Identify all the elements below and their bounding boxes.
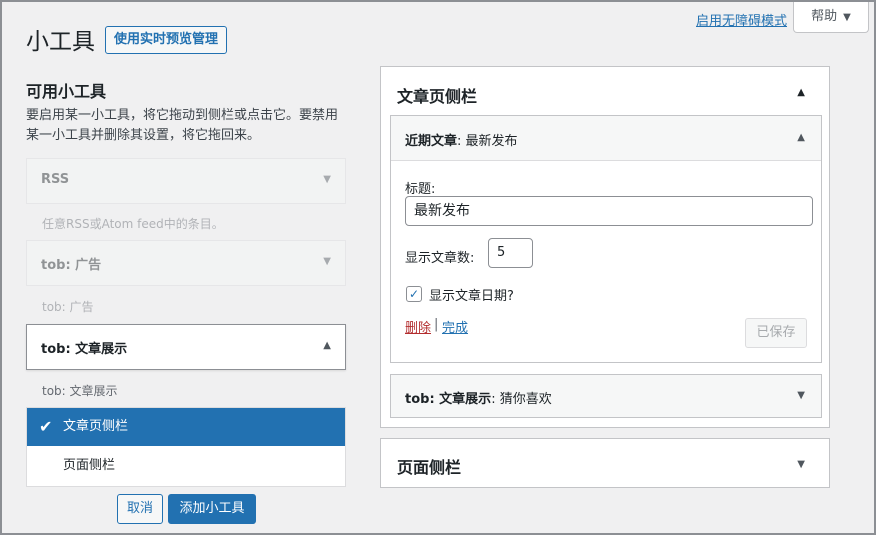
caret-up-icon: ▲	[797, 132, 805, 143]
chooser-option-label: 文章页侧栏	[63, 419, 129, 434]
title-input[interactable]: 最新发布	[405, 196, 813, 226]
delete-link[interactable]: 删除	[405, 317, 431, 336]
caret-up-icon: ▲	[323, 340, 331, 351]
chooser-option-label: 页面侧栏	[63, 458, 116, 473]
caret-down-icon: ▼	[323, 256, 331, 267]
count-field-label: 显示文章数:	[405, 251, 475, 266]
caret-up-icon[interactable]: ▲	[797, 87, 805, 98]
widget-title: tob: 广告	[41, 258, 102, 273]
widget-header-title: tob: 文章展示: 猜你喜欢	[405, 392, 552, 407]
widget-rss[interactable]: RSS ▼	[26, 158, 346, 204]
sidebar-chooser: ✔ 文章页侧栏 页面侧栏	[26, 407, 346, 487]
show-date-label: 显示文章日期?	[429, 289, 514, 304]
link-separator: |	[434, 317, 439, 332]
article-display-widget[interactable]: tob: 文章展示: 猜你喜欢 ▼	[390, 374, 822, 418]
cancel-button[interactable]: 取消	[117, 494, 163, 524]
article-sidebar-panel: 文章页侧栏 ▲ 近期文章: 最新发布 ▲ 标题: 最新发布 显示文章数: 5 ✓…	[380, 66, 830, 428]
chooser-option-page-sidebar[interactable]: 页面侧栏	[27, 447, 345, 485]
add-widget-button[interactable]: 添加小工具	[168, 494, 256, 524]
done-link[interactable]: 完成	[442, 317, 468, 336]
widget-description: 任意RSS或Atom feed中的条目。	[42, 217, 224, 231]
sidebar-title[interactable]: 文章页侧栏	[397, 83, 477, 107]
page-sidebar-panel[interactable]: 页面侧栏 ▼	[380, 438, 830, 488]
caret-down-icon: ▼	[797, 390, 805, 401]
help-tab-label: 帮助	[811, 9, 838, 24]
available-widgets-description: 要启用某一小工具，将它拖动到侧栏或点击它。要禁用某一小工具并删除其设置，将它拖回…	[26, 108, 339, 143]
help-tab[interactable]: 帮助 ▼	[793, 2, 869, 33]
widget-tob-ad[interactable]: tob: 广告 ▼	[26, 240, 346, 286]
widget-description: tob: 广告	[42, 300, 94, 314]
widget-description: tob: 文章展示	[42, 384, 118, 398]
caret-down-icon: ▼	[843, 12, 851, 23]
widget-name: 近期文章	[405, 134, 458, 149]
post-count-input[interactable]: 5	[488, 238, 533, 268]
widget-subtitle: 猜你喜欢	[499, 392, 552, 407]
sidebar-title: 页面侧栏	[397, 458, 462, 477]
widget-tob-article-display[interactable]: tob: 文章展示 ▲	[26, 324, 346, 370]
recent-posts-widget: 近期文章: 最新发布 ▲ 标题: 最新发布 显示文章数: 5 ✓ 显示文章日期?…	[390, 115, 822, 363]
widget-name: tob: 文章展示	[405, 392, 492, 407]
available-widgets-title: 可用小工具	[26, 82, 107, 101]
widget-header[interactable]: 近期文章: 最新发布 ▲	[391, 116, 821, 161]
checkmark-icon: ✔	[39, 417, 53, 436]
chooser-option-article-sidebar[interactable]: ✔ 文章页侧栏	[27, 408, 345, 446]
live-preview-button[interactable]: 使用实时预览管理	[105, 26, 228, 54]
saved-button[interactable]: 已保存	[745, 318, 807, 348]
caret-down-icon: ▼	[797, 459, 805, 470]
accessibility-mode-link[interactable]: 启用无障碍模式	[696, 10, 787, 29]
widget-header-title: 近期文章: 最新发布	[405, 134, 518, 149]
show-date-checkbox[interactable]: ✓	[406, 286, 422, 302]
widget-subtitle: 最新发布	[465, 134, 518, 149]
title-field-label: 标题:	[405, 182, 436, 197]
page-title: 小工具	[26, 29, 95, 55]
widget-title: tob: 文章展示	[41, 342, 128, 357]
caret-down-icon: ▼	[323, 174, 331, 185]
widget-title: RSS	[41, 172, 70, 187]
